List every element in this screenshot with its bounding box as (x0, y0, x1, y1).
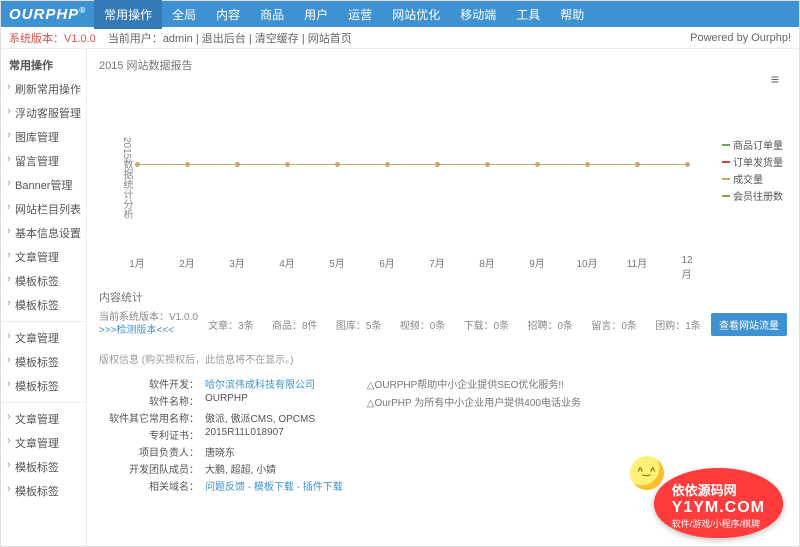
info-row: 项目负责人：唐晓东 (99, 444, 343, 459)
sidebar-item[interactable]: 图库管理 (1, 125, 86, 149)
stats-version: 当前系统版本：V1.0.0 >>>检测版本<<< (99, 311, 198, 337)
sub-bar: 系统版本：V1.0.0 当前用户：admin | 退出后台 | 清空缓存 | 网… (1, 27, 799, 49)
sidebar-item[interactable]: 模板标签 (1, 269, 86, 293)
info-row: 软件名称：OURPHP (99, 393, 343, 408)
stat-cell: 图库：5条 (336, 317, 382, 332)
nav-tab-9[interactable]: 帮助 (550, 0, 594, 29)
nav-tab-5[interactable]: 运营 (338, 0, 382, 29)
stats-heading: 内容统计 (99, 289, 787, 305)
powered-by: Powered by Ourphp! (690, 32, 791, 44)
info-row: 软件开发：哈尔滨伟成科技有限公司 (99, 376, 343, 391)
legend-item[interactable]: 成交量 (722, 171, 783, 186)
stat-cell: 团购：1条 (655, 317, 701, 332)
clear-cache-link[interactable]: 清空缓存 (255, 33, 299, 45)
nav-tab-4[interactable]: 用户 (294, 0, 338, 29)
copyright-notice: 版权信息 (购买授权后，此信息将不在显示。) (99, 351, 787, 366)
chart-legend: 商品订单量订单发货量成交量会员往册数 (722, 137, 783, 205)
sidebar-item[interactable]: 文章管理 (1, 407, 86, 431)
chart-plot-area (137, 87, 687, 242)
info-row: 专利证书：2015R11L018907 (99, 427, 343, 442)
nav-tab-0[interactable]: 常用操作 (94, 0, 162, 29)
sidebar-item[interactable]: 文章管理 (1, 326, 86, 350)
chart-box: 2015 网站数据报告 ≡ 2015数据统计分析 1月2月3月4月5月6月7月8… (99, 57, 787, 277)
sidebar-item[interactable]: 文章管理 (1, 245, 86, 269)
sidebar-item[interactable]: 基本信息设置 (1, 221, 86, 245)
sidebar-item[interactable]: 模板标签 (1, 374, 86, 398)
top-nav: OURPHP® 常用操作全局内容商品用户运营网站优化移动端工具帮助 (1, 1, 799, 27)
nav-tab-2[interactable]: 内容 (206, 0, 250, 29)
user-info: 当前用户：admin | 退出后台 | 清空缓存 | 网站首页 (108, 30, 352, 46)
site-home-link[interactable]: 网站首页 (308, 33, 352, 45)
system-version: 系统版本：V1.0.0 (9, 30, 96, 46)
y1ym-badge[interactable]: ^‿^ 依依源码网 Y1YM.COM 软件/游戏/小程序/棋牌 (654, 468, 783, 538)
sidebar-item[interactable]: 文章管理 (1, 431, 86, 455)
sidebar-item[interactable]: Banner管理 (1, 173, 86, 197)
legend-item[interactable]: 订单发货量 (722, 154, 783, 169)
stat-cell: 视频：0条 (400, 317, 446, 332)
stat-cell: 下载：0条 (464, 317, 510, 332)
nav-tab-7[interactable]: 移动端 (450, 0, 506, 29)
sidebar-item[interactable]: 网站栏目列表 (1, 197, 86, 221)
promo-text: △OURPHP帮助中小企业提供SEO优化服务!! (367, 376, 581, 391)
nav-tabs: 常用操作全局内容商品用户运营网站优化移动端工具帮助 (94, 0, 594, 29)
sidebar-item[interactable]: 模板标签 (1, 293, 86, 317)
info-row: 软件其它常用名称：傲派, 傲派CMS, OPCMS (99, 410, 343, 425)
logout-link[interactable]: 退出后台 (202, 33, 246, 45)
sidebar-heading: 常用操作 (1, 53, 86, 77)
stat-cell: 留言：0条 (591, 317, 637, 332)
sidebar: 常用操作 刷新常用操作浮动客服管理图库管理留言管理Banner管理网站栏目列表基… (1, 49, 87, 546)
promo-text: △OurPHP 为所有中小企业用户提供400电话业务 (367, 394, 581, 409)
sidebar-item[interactable]: 浮动客服管理 (1, 101, 86, 125)
sidebar-item[interactable]: 留言管理 (1, 149, 86, 173)
nav-tab-8[interactable]: 工具 (506, 0, 550, 29)
chart-y-label: 2015数据统计分析 (119, 137, 134, 219)
sidebar-item[interactable]: 模板标签 (1, 350, 86, 374)
nav-tab-1[interactable]: 全局 (162, 0, 206, 29)
check-version-link[interactable]: >>>检测版本<<< (99, 324, 198, 337)
sidebar-item[interactable]: 模板标签 (1, 455, 86, 479)
nav-tab-6[interactable]: 网站优化 (382, 0, 450, 29)
stat-cell: 招聘：0条 (527, 317, 573, 332)
stat-cell: 商品：8件 (272, 317, 318, 332)
legend-item[interactable]: 会员往册数 (722, 188, 783, 203)
stat-cell: 文章：3条 (208, 317, 254, 332)
info-row: 相关域名：问题反馈 - 模板下载 - 插件下载 (99, 478, 343, 493)
nav-tab-3[interactable]: 商品 (250, 0, 294, 29)
view-traffic-button[interactable]: 查看网站流量 (711, 313, 787, 336)
info-row: 开发团队成员：大鹏, 超超, 小婧 (99, 461, 343, 476)
chart-title: 2015 网站数据报告 (99, 57, 787, 73)
legend-item[interactable]: 商品订单量 (722, 137, 783, 152)
brand-logo: OURPHP® (9, 6, 86, 23)
sidebar-item[interactable]: 模板标签 (1, 479, 86, 503)
stats-row: 当前系统版本：V1.0.0 >>>检测版本<<< 文章：3条 商品：8件 图库：5条… (99, 311, 787, 337)
sidebar-item[interactable]: 刷新常用操作 (1, 77, 86, 101)
chart-menu-icon[interactable]: ≡ (771, 71, 779, 87)
